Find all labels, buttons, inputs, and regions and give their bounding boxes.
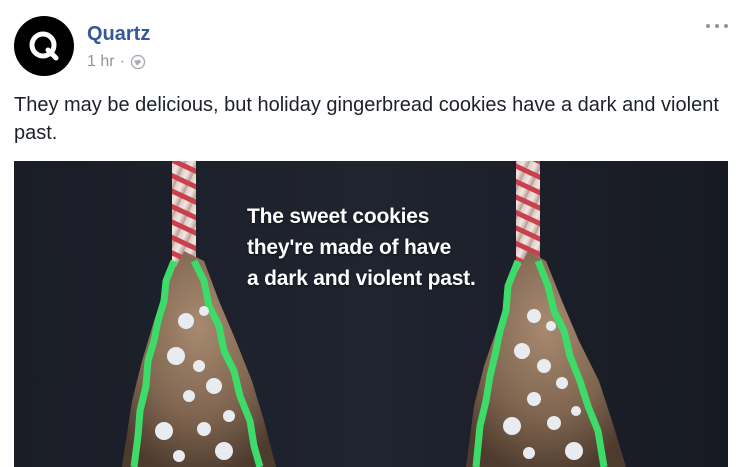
post-video[interactable]: The sweet cookies they're made of have a… <box>14 161 728 467</box>
post-timestamp[interactable]: 1 hr <box>87 52 115 72</box>
post-text: They may be delicious, but holiday ginge… <box>14 94 719 144</box>
more-options-icon[interactable] <box>706 20 728 32</box>
page-avatar[interactable] <box>14 16 74 76</box>
video-caption: The sweet cookies they're made of have a… <box>247 201 476 294</box>
caption-line: The sweet cookies <box>247 205 430 228</box>
globe-icon[interactable] <box>130 54 146 70</box>
caption-line: a dark and violent past. <box>247 267 476 290</box>
caption-line: they're made of have <box>247 236 452 259</box>
post-meta: 1 hr · <box>87 52 146 72</box>
facebook-post: Quartz 1 hr · They may be delicious, but… <box>0 0 744 467</box>
meta-separator: · <box>119 53 125 70</box>
quartz-logo-icon <box>29 31 59 61</box>
page-name-link[interactable]: Quartz <box>87 22 150 46</box>
